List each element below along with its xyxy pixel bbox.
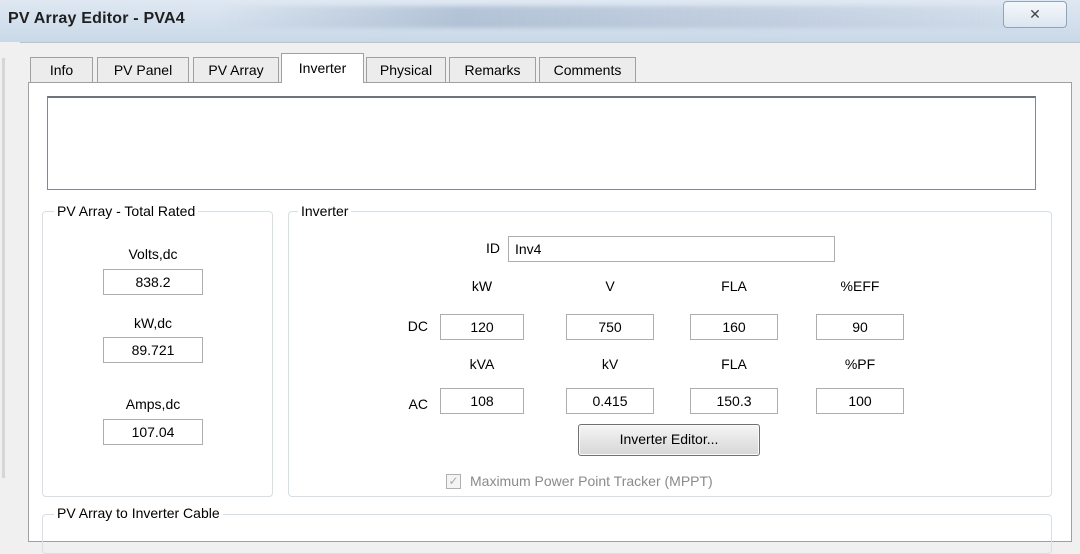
dc-fla-field[interactable]: 160 <box>690 314 778 340</box>
title-bar-background <box>220 6 1020 28</box>
tab-pv-panel[interactable]: PV Panel <box>97 57 189 82</box>
amps-dc-label: Amps,dc <box>125 396 181 412</box>
close-icon: ✕ <box>1029 6 1041 22</box>
dc-eff-field[interactable]: 90 <box>816 314 904 340</box>
tab-remarks[interactable]: Remarks <box>449 57 536 82</box>
mppt-checkbox[interactable]: ✓ <box>446 474 461 489</box>
description-textbox[interactable] <box>47 96 1036 190</box>
inverter-id-label: ID <box>486 240 500 256</box>
window-title: PV Array Editor - PVA4 <box>8 10 185 27</box>
ac-header-kva: kVA <box>469 356 495 372</box>
pv-total-rated-title: PV Array - Total Rated <box>54 203 199 219</box>
mppt-label: Maximum Power Point Tracker (MPPT) <box>470 473 713 489</box>
dc-header-eff: %EFF <box>840 278 880 294</box>
tab-comments[interactable]: Comments <box>539 57 636 82</box>
dc-kw-field[interactable]: 120 <box>440 314 524 340</box>
cable-group-title: PV Array to Inverter Cable <box>54 505 223 521</box>
tab-pv-array[interactable]: PV Array <box>193 57 279 82</box>
ac-header-kv: kV <box>601 356 619 372</box>
ac-kv-field[interactable]: 0.415 <box>566 388 654 414</box>
ac-row-label: AC <box>408 396 428 412</box>
dc-row-label: DC <box>407 318 428 334</box>
tab-physical[interactable]: Physical <box>366 57 446 82</box>
ac-header-pf: %PF <box>844 356 876 372</box>
checkmark-icon: ✓ <box>448 474 459 488</box>
ac-pf-field[interactable]: 100 <box>816 388 904 414</box>
volts-dc-field[interactable]: 838.2 <box>103 269 203 295</box>
close-button[interactable]: ✕ <box>1003 1 1067 28</box>
tab-inverter[interactable]: Inverter <box>281 53 364 83</box>
ac-fla-field[interactable]: 150.3 <box>690 388 778 414</box>
dc-header-kw: kW <box>471 278 493 294</box>
ac-header-fla: FLA <box>721 356 747 372</box>
window-border <box>2 58 5 478</box>
dc-header-v: V <box>605 278 615 294</box>
inverter-editor-button[interactable]: Inverter Editor... <box>578 424 760 456</box>
volts-dc-label: Volts,dc <box>128 246 178 262</box>
ac-kva-field[interactable]: 108 <box>440 388 524 414</box>
kw-dc-field[interactable]: 89.721 <box>103 337 203 363</box>
dc-v-field[interactable]: 750 <box>566 314 654 340</box>
tab-info[interactable]: Info <box>30 57 93 82</box>
dc-header-fla: FLA <box>721 278 747 294</box>
amps-dc-field[interactable]: 107.04 <box>103 419 203 445</box>
title-bar: PV Array Editor - PVA4 ✕ <box>0 0 1080 43</box>
kw-dc-label: kW,dc <box>133 315 173 331</box>
inverter-id-field[interactable]: Inv4 <box>508 236 835 262</box>
inverter-group-title: Inverter <box>298 203 352 219</box>
